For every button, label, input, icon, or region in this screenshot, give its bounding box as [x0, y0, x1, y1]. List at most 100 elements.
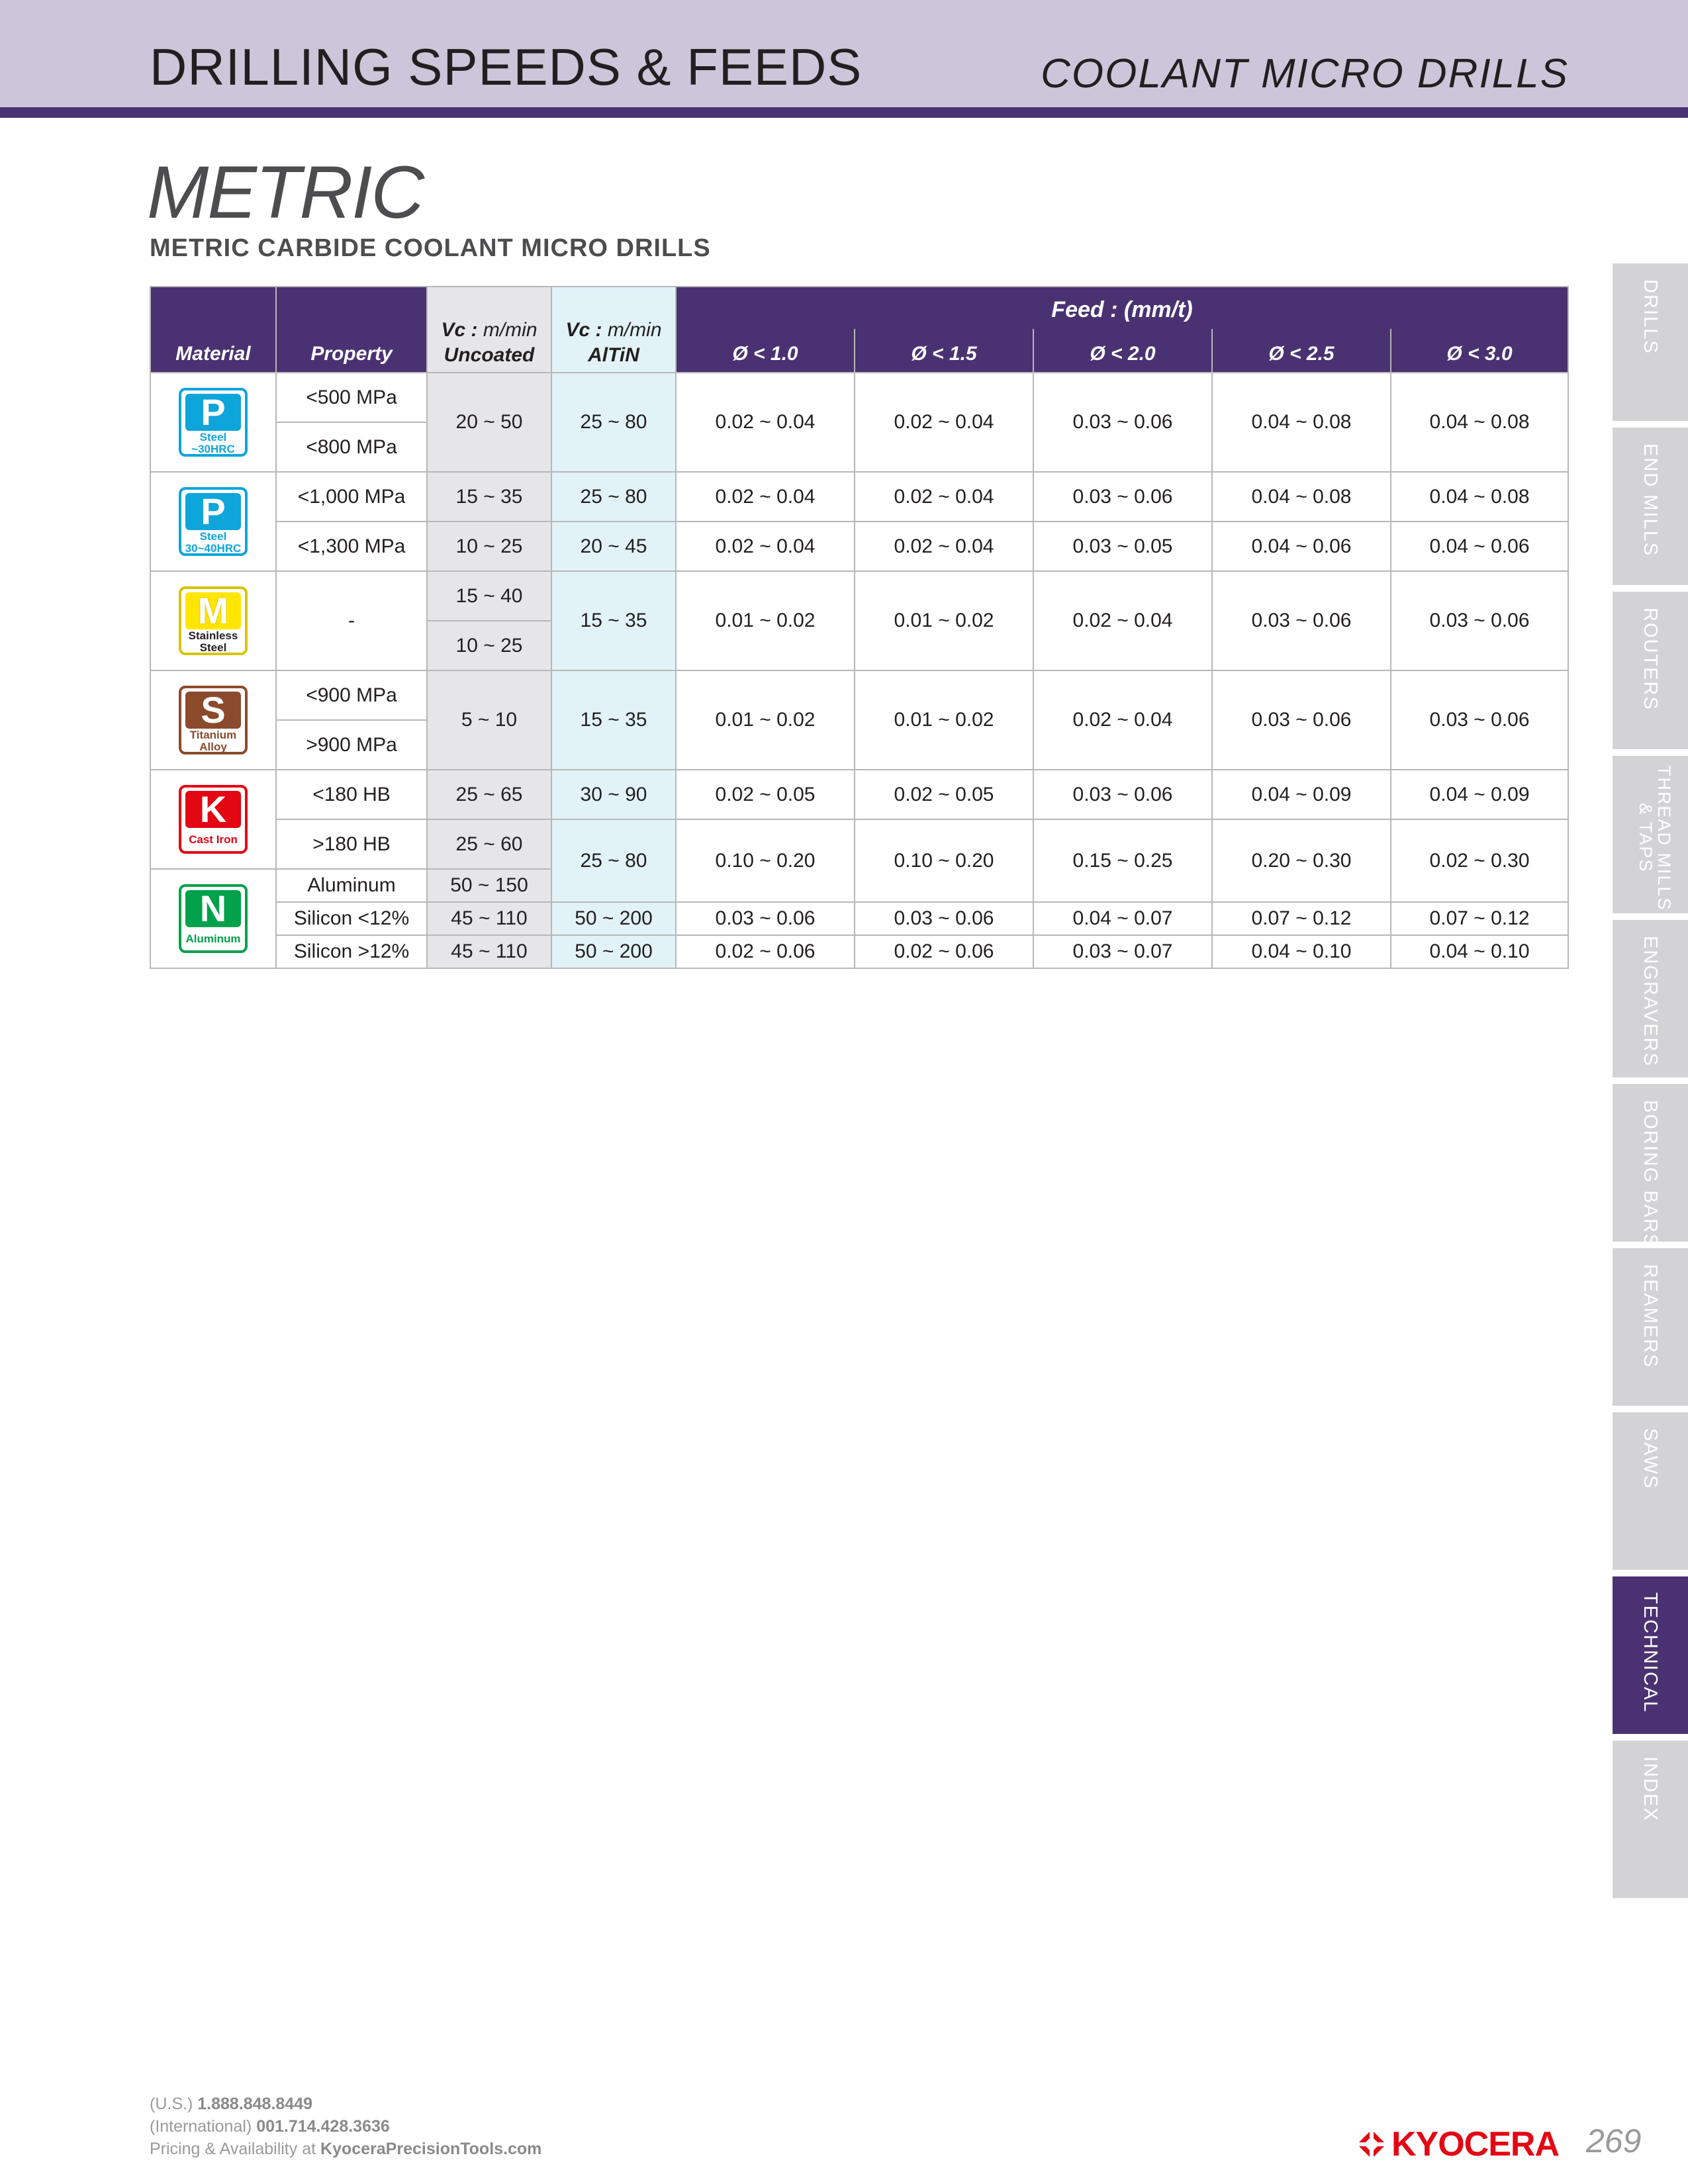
feed-cell: 0.03 ~ 0.06 [1389, 570, 1570, 671]
feed-cell: 0.03 ~ 0.06 [1211, 670, 1391, 770]
vc-unit: m/min [483, 319, 538, 341]
altin-label: AlTiN [588, 344, 639, 366]
feed-cell: 0.02 ~ 0.04 [854, 471, 1034, 522]
side-tab-routers[interactable]: ROUTERS [1613, 592, 1688, 749]
side-tab-label: SAWS [1640, 1428, 1661, 1490]
feed-cell: 0.02 ~ 0.05 [675, 769, 855, 820]
feed-cell: 0.02 ~ 0.06 [675, 934, 855, 969]
column-header-material: Material [150, 286, 277, 373]
feed-cell: 0.02 ~ 0.06 [854, 934, 1034, 969]
feed-cell: 0.01 ~ 0.02 [854, 670, 1034, 770]
feed-cell: 0.03 ~ 0.06 [1389, 670, 1570, 770]
feed-cell: 0.10 ~ 0.20 [675, 819, 855, 903]
badge-caption: Cast Iron [189, 833, 238, 846]
material-badge-p-icon: P Steel 30~40HRC [179, 487, 248, 556]
material-cell: S Titanium Alloy [150, 670, 277, 770]
feed-cell: 0.04 ~ 0.10 [1211, 934, 1391, 969]
feed-cell: 0.03 ~ 0.06 [1211, 570, 1391, 671]
side-tab-end-mills[interactable]: END MILLS [1613, 428, 1688, 585]
table-row: P Steel 30~40HRC <1,000 MPa 15 ~ 35 25 ~ … [150, 471, 1570, 572]
side-tab-label: THREAD MILLS & TAPS [1636, 764, 1674, 911]
side-tab-index[interactable]: INDEX [1613, 1741, 1688, 1898]
vc-altin-cell: 30 ~ 90 [551, 769, 677, 820]
material-badge-p-icon: P Steel ~30HRC [179, 388, 248, 457]
feed-cell: 0.10 ~ 0.20 [854, 819, 1034, 903]
us-phone[interactable]: 1.888.848.8449 [197, 2095, 312, 2113]
vc-uncoated-cell: 10 ~ 25 [426, 521, 552, 572]
property-cell: Silicon >12% [275, 934, 428, 969]
intl-label: (International) [150, 2117, 252, 2136]
pricing-label: Pricing & Availability at [150, 2140, 316, 2158]
side-tab-drills[interactable]: DRILLS [1613, 263, 1688, 421]
vc-altin-cell: 50 ~ 200 [551, 901, 677, 936]
table-row: Silicon <12% 45 ~ 110 50 ~ 200 0.03 ~ 0.… [150, 901, 1570, 936]
feed-cell: 0.03 ~ 0.06 [1033, 471, 1213, 522]
side-tab-saws[interactable]: SAWS [1613, 1412, 1688, 1570]
vc-altin-cell: 20 ~ 45 [551, 521, 677, 572]
speeds-feeds-table: Material Property Vc : m/min Uncoated Vc … [150, 286, 1570, 969]
property-cell: <1,300 MPa [275, 521, 428, 572]
badge-letter: M [185, 592, 241, 629]
side-tab-thread-mills[interactable]: THREAD MILLS & TAPS [1613, 756, 1688, 913]
column-header-vc-altin: Vc : m/min AlTiN [551, 286, 677, 373]
side-tab-label: INDEX [1640, 1756, 1661, 1822]
feed-cell: 0.03 ~ 0.07 [1033, 934, 1213, 969]
material-cell: K Cast Iron [150, 769, 277, 870]
column-header-diameter: Ø < 1.0 [675, 329, 855, 373]
kyocera-logo: KYOCERA [1356, 2125, 1560, 2163]
side-tab-boring-bars[interactable]: BORING BARS [1613, 1084, 1688, 1248]
vc-uncoated-cell: 5 ~ 10 [426, 670, 552, 770]
vc-uncoated-cell: 45 ~ 110 [426, 934, 552, 969]
feed-cell: 0.04 ~ 0.10 [1389, 934, 1570, 969]
footer-contact: (U.S.) 1.888.848.8449 (International) 00… [150, 2093, 541, 2160]
side-tab-technical[interactable]: TECHNICAL [1613, 1576, 1688, 1734]
table-row: K Cast Iron <180 HB 25 ~ 65 30 ~ 90 0.02 … [150, 769, 1570, 870]
property-cell: >180 HB [275, 819, 428, 870]
badge-letter: N [185, 890, 241, 927]
vc-uncoated-cell: 15 ~ 40 [426, 570, 552, 621]
feed-cell: 0.03 ~ 0.06 [1033, 372, 1213, 473]
vc-uncoated-cell: 20 ~ 50 [426, 372, 552, 473]
badge-caption: Steel 30~40HRC [185, 530, 242, 555]
property-cell: >900 MPa [275, 719, 428, 770]
side-tab-engravers[interactable]: ENGRAVERS [1613, 920, 1688, 1077]
feed-cell: 0.15 ~ 0.25 [1033, 819, 1213, 903]
badge-caption: Stainless Steel [188, 629, 238, 654]
property-cell: - [275, 570, 428, 671]
feed-cell: 0.02 ~ 0.04 [675, 471, 855, 522]
feed-cell: 0.02 ~ 0.04 [1033, 570, 1213, 671]
feed-cell: 0.02 ~ 0.04 [854, 372, 1034, 473]
feed-cell: 0.03 ~ 0.06 [854, 901, 1034, 936]
section-title: METRIC [147, 151, 424, 234]
table-row: >180 HB 25 ~ 60 25 ~ 80 0.10 ~ 0.20 0.10… [150, 819, 1570, 903]
feed-cell: 0.04 ~ 0.06 [1389, 521, 1570, 572]
material-cell: P Steel ~30HRC [150, 372, 277, 473]
material-cell: M Stainless Steel [150, 570, 277, 671]
vc-uncoated-cell: 15 ~ 35 [426, 471, 552, 522]
feed-cell: 0.02 ~ 0.04 [675, 372, 855, 473]
column-header-vc-uncoated: Vc : m/min Uncoated [426, 286, 552, 373]
material-badge-m-icon: M Stainless Steel [179, 586, 248, 655]
property-cell: <800 MPa [275, 422, 428, 473]
intl-phone[interactable]: 001.714.428.3636 [256, 2117, 390, 2136]
property-cell: <1,000 MPa [275, 471, 428, 522]
property-cell: <500 MPa [275, 372, 428, 423]
vc-label: Vc : [441, 319, 478, 341]
website-link[interactable]: KyoceraPrecisionTools.com [320, 2140, 541, 2158]
feed-cell: 0.20 ~ 0.30 [1211, 819, 1391, 903]
table-row: M Stainless Steel - 15 ~ 40 15 ~ 35 0.01 … [150, 570, 1570, 671]
feed-cell: 0.02 ~ 0.04 [854, 521, 1034, 572]
vc-unit: m/min [607, 319, 662, 341]
badge-letter: S [185, 692, 241, 729]
page-subtitle: COOLANT MICRO DRILLS [1041, 51, 1569, 97]
side-tab-reamers[interactable]: REAMERS [1613, 1248, 1688, 1406]
column-header-diameter: Ø < 1.5 [854, 329, 1034, 373]
column-header-diameter: Ø < 2.0 [1033, 329, 1213, 373]
side-tab-label: BORING BARS [1640, 1100, 1661, 1248]
side-tab-label: END MILLS [1640, 443, 1661, 557]
page-number: 269 [1586, 2122, 1642, 2160]
feed-cell: 0.04 ~ 0.08 [1389, 471, 1570, 522]
us-label: (U.S.) [150, 2095, 193, 2113]
feed-cell: 0.02 ~ 0.05 [854, 769, 1034, 820]
feed-cell: 0.03 ~ 0.05 [1033, 521, 1213, 572]
